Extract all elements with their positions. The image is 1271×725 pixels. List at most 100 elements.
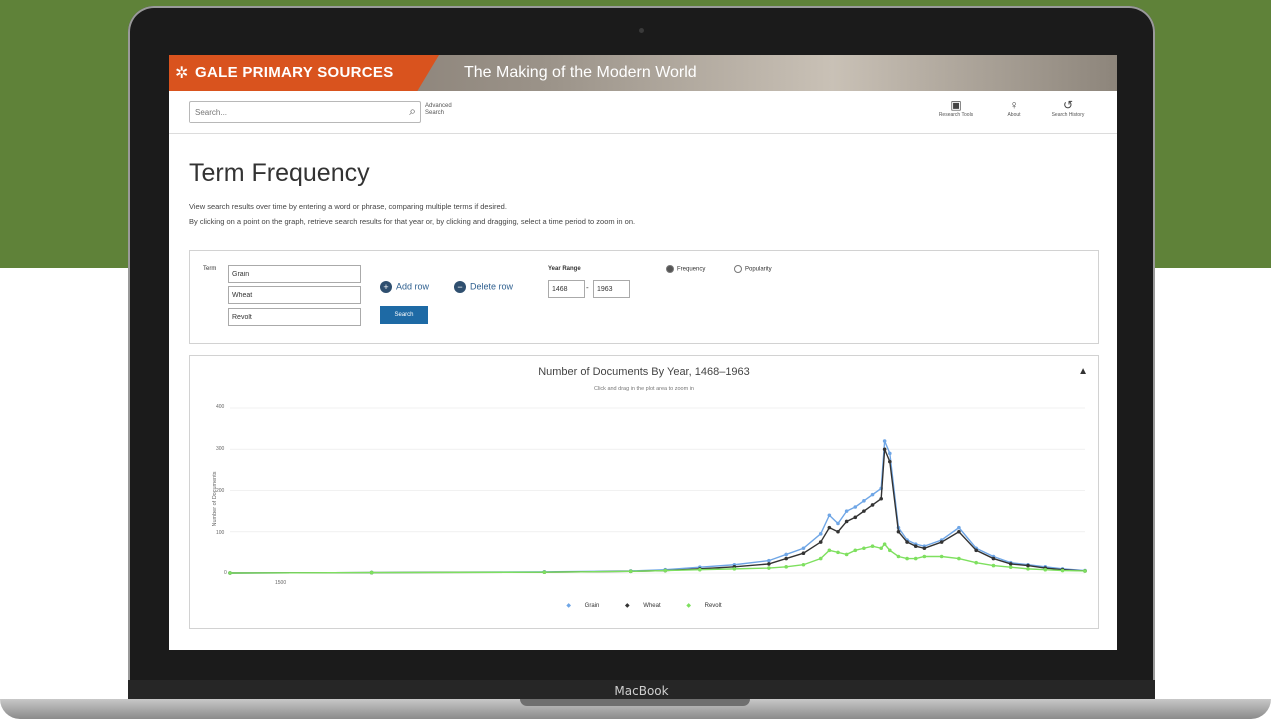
data-point-revolt[interactable]: [862, 546, 866, 551]
chart-title: Number of Documents By Year, 1468–1963: [538, 366, 750, 378]
screen: ✲ GALE PRIMARY SOURCES The Making of the…: [169, 55, 1117, 650]
data-point-revolt[interactable]: [853, 548, 858, 553]
data-point-wheat[interactable]: [853, 515, 858, 520]
advanced-search-link[interactable]: Advanced Search: [425, 103, 465, 117]
data-point-grain[interactable]: [767, 558, 771, 563]
data-point-grain[interactable]: [870, 492, 875, 497]
series-line-revolt[interactable]: [229, 543, 1086, 574]
data-point-revolt[interactable]: [974, 560, 978, 565]
data-point-grain[interactable]: [818, 532, 823, 536]
year-to-input[interactable]: [593, 280, 630, 298]
data-point-wheat[interactable]: [1008, 562, 1013, 566]
popularity-radio[interactable]: Popularity: [734, 265, 772, 273]
data-point-revolt[interactable]: [991, 563, 996, 568]
data-point-wheat[interactable]: [862, 509, 866, 513]
data-point-grain[interactable]: [784, 552, 788, 557]
data-point-wheat[interactable]: [991, 556, 996, 561]
delete-row-button[interactable]: − Delete row: [454, 281, 513, 293]
data-point-wheat[interactable]: [801, 551, 806, 555]
data-point-grain[interactable]: [801, 546, 806, 551]
chart-plot-area[interactable]: [190, 356, 1098, 628]
legend-item-revolt[interactable]: ◆ Revolt: [680, 603, 727, 609]
data-point-revolt[interactable]: [698, 567, 702, 572]
data-point-wheat[interactable]: [1026, 563, 1030, 568]
data-point-wheat[interactable]: [827, 525, 832, 530]
search-form-panel: Term + Add row −Delete row Search Year Ra…: [189, 250, 1099, 344]
legend-item-wheat[interactable]: ◆ Wheat: [619, 603, 667, 609]
data-point-wheat[interactable]: [784, 556, 788, 561]
data-point-revolt[interactable]: [784, 565, 788, 569]
data-point-revolt[interactable]: [879, 546, 883, 551]
series-line-grain[interactable]: [229, 440, 1086, 574]
data-point-revolt[interactable]: [905, 556, 909, 561]
data-point-grain[interactable]: [957, 525, 961, 530]
data-point-grain[interactable]: [882, 439, 887, 443]
data-point-grain[interactable]: [844, 509, 849, 513]
data-point-wheat[interactable]: [836, 529, 840, 534]
about-button[interactable]: ♀ About: [989, 98, 1039, 118]
search-icon[interactable]: ⌕: [409, 104, 416, 119]
data-point-wheat[interactable]: [870, 503, 875, 507]
data-point-revolt[interactable]: [939, 554, 944, 559]
data-point-revolt[interactable]: [818, 556, 823, 561]
data-point-revolt[interactable]: [732, 567, 737, 571]
data-point-wheat[interactable]: [896, 529, 901, 534]
data-point-revolt[interactable]: [1083, 569, 1087, 573]
data-point-grain[interactable]: [853, 505, 858, 509]
add-row-button[interactable]: + Add row: [380, 281, 429, 293]
data-point-grain[interactable]: [836, 521, 840, 526]
data-point-wheat[interactable]: [888, 459, 892, 464]
data-point-wheat[interactable]: [844, 519, 849, 524]
data-point-revolt[interactable]: [801, 562, 806, 567]
data-point-revolt[interactable]: [663, 568, 668, 573]
data-point-revolt[interactable]: [844, 552, 849, 557]
data-point-wheat[interactable]: [922, 546, 927, 551]
data-point-wheat[interactable]: [913, 544, 918, 548]
frequency-radio[interactable]: Frequency: [666, 265, 705, 273]
data-point-wheat[interactable]: [905, 540, 909, 544]
term-input-1[interactable]: [228, 265, 361, 283]
search-history-button[interactable]: ↺ Search History: [1043, 98, 1093, 118]
data-point-revolt[interactable]: [836, 550, 840, 555]
data-point-revolt[interactable]: [870, 544, 875, 548]
data-point-revolt[interactable]: [827, 548, 832, 553]
research-tools-button[interactable]: ▣ Research Tools: [931, 98, 981, 118]
data-point-revolt[interactable]: [882, 542, 887, 546]
search-input[interactable]: [190, 103, 395, 122]
data-point-revolt[interactable]: [896, 554, 901, 559]
data-point-wheat[interactable]: [974, 548, 978, 553]
data-point-revolt[interactable]: [922, 554, 927, 559]
year-from-input[interactable]: [548, 280, 585, 298]
data-point-wheat[interactable]: [957, 529, 961, 534]
data-point-grain[interactable]: [827, 513, 832, 518]
data-point-grain[interactable]: [862, 499, 866, 503]
collection-title: The Making of the Modern World: [464, 64, 697, 81]
data-point-wheat[interactable]: [882, 447, 887, 452]
data-point-wheat[interactable]: [818, 540, 823, 544]
data-point-revolt[interactable]: [228, 571, 232, 575]
data-point-revolt[interactable]: [1043, 567, 1048, 572]
data-point-revolt[interactable]: [1026, 567, 1030, 571]
data-point-wheat[interactable]: [939, 540, 944, 544]
series-line-wheat[interactable]: [229, 448, 1086, 574]
data-point-wheat[interactable]: [879, 496, 883, 501]
term-input-3[interactable]: [228, 308, 361, 326]
data-point-wheat[interactable]: [767, 562, 771, 566]
data-point-revolt[interactable]: [888, 548, 892, 553]
y-tick-label: 300: [216, 446, 225, 452]
chart-menu-icon[interactable]: ▲: [1078, 366, 1088, 377]
data-point-revolt[interactable]: [542, 570, 547, 574]
data-point-revolt[interactable]: [913, 556, 918, 561]
chart-panel[interactable]: Number of Documents By Year, 1468–1963 C…: [189, 355, 1099, 629]
legend-item-grain[interactable]: ◆ Grain: [560, 603, 605, 609]
data-point-grain[interactable]: [888, 451, 892, 456]
data-point-revolt[interactable]: [369, 570, 374, 575]
data-point-revolt[interactable]: [957, 556, 961, 561]
data-point-revolt[interactable]: [1008, 565, 1013, 570]
data-point-revolt[interactable]: [628, 569, 633, 574]
term-input-2[interactable]: [228, 286, 361, 304]
data-point-revolt[interactable]: [767, 566, 771, 570]
brand-block[interactable]: ✲ GALE PRIMARY SOURCES: [169, 55, 439, 91]
search-button[interactable]: Search: [380, 306, 428, 324]
data-point-revolt[interactable]: [1060, 568, 1065, 573]
